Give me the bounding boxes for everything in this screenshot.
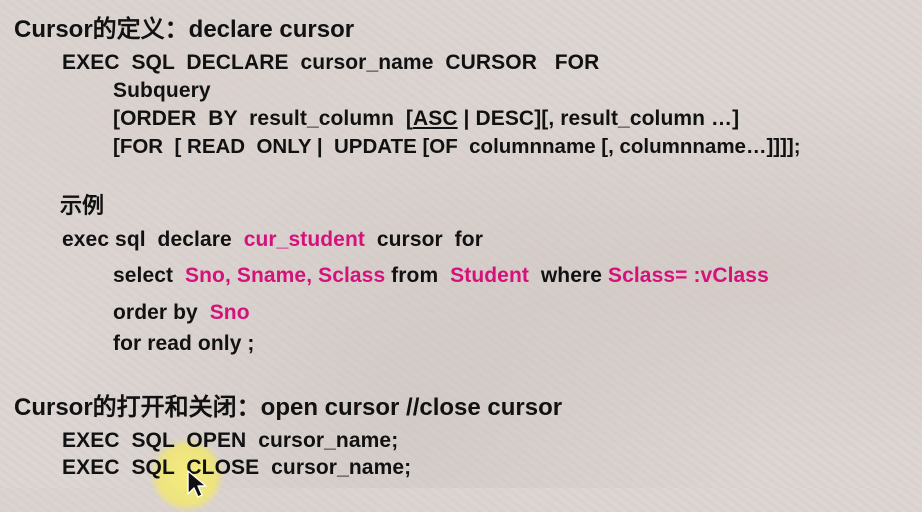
example-highlight: cur_student	[243, 228, 365, 251]
example-highlight: Sclass= :vClass	[607, 264, 769, 287]
section-title-example: 示例	[60, 193, 105, 218]
open-cursor-line: EXEC SQL OPEN cursor_name;	[62, 429, 399, 452]
example-line-1: exec sql declare cur_student cursor for	[62, 229, 483, 250]
section-title-open-close: Cursor的打开和关闭：open cursor //close cursor	[14, 394, 563, 421]
declare-syntax-line-3: [ORDER BY result_column [ASC | DESC][, r…	[113, 108, 739, 129]
declare-syntax-line-1: EXEC SQL DECLARE cursor_name CURSOR FOR	[62, 51, 600, 74]
example-line-4: for read only ;	[113, 332, 255, 355]
order-by-prefix: [ORDER BY result_column [	[113, 107, 413, 130]
order-by-suffix: | DESC][, result_column …]	[457, 107, 740, 130]
example-text: exec sql declare	[62, 228, 244, 251]
example-text: select	[113, 264, 186, 287]
declare-syntax-line-4: [FOR [ READ ONLY | UPDATE [OF columnname…	[113, 135, 801, 158]
example-highlight: Student	[450, 264, 529, 287]
example-line-2: select Sno, Sname, Sclass from Student w…	[113, 265, 769, 286]
section-title-declare: Cursor的定义：declare cursor	[14, 16, 355, 43]
example-text: cursor for	[364, 228, 483, 251]
asc-keyword: ASC	[412, 107, 458, 130]
example-text: where	[528, 264, 608, 287]
example-highlight: Sno, Sname, Sclass	[185, 264, 386, 287]
example-text: from	[385, 264, 451, 287]
declare-syntax-line-2: Subquery	[113, 79, 211, 102]
example-text: order by	[113, 301, 210, 324]
example-line-3: order by Sno	[113, 302, 250, 323]
close-cursor-line: EXEC SQL CLOSE cursor_name;	[62, 456, 412, 479]
mouse-pointer-icon	[187, 470, 207, 498]
example-highlight: Sno	[209, 301, 250, 324]
